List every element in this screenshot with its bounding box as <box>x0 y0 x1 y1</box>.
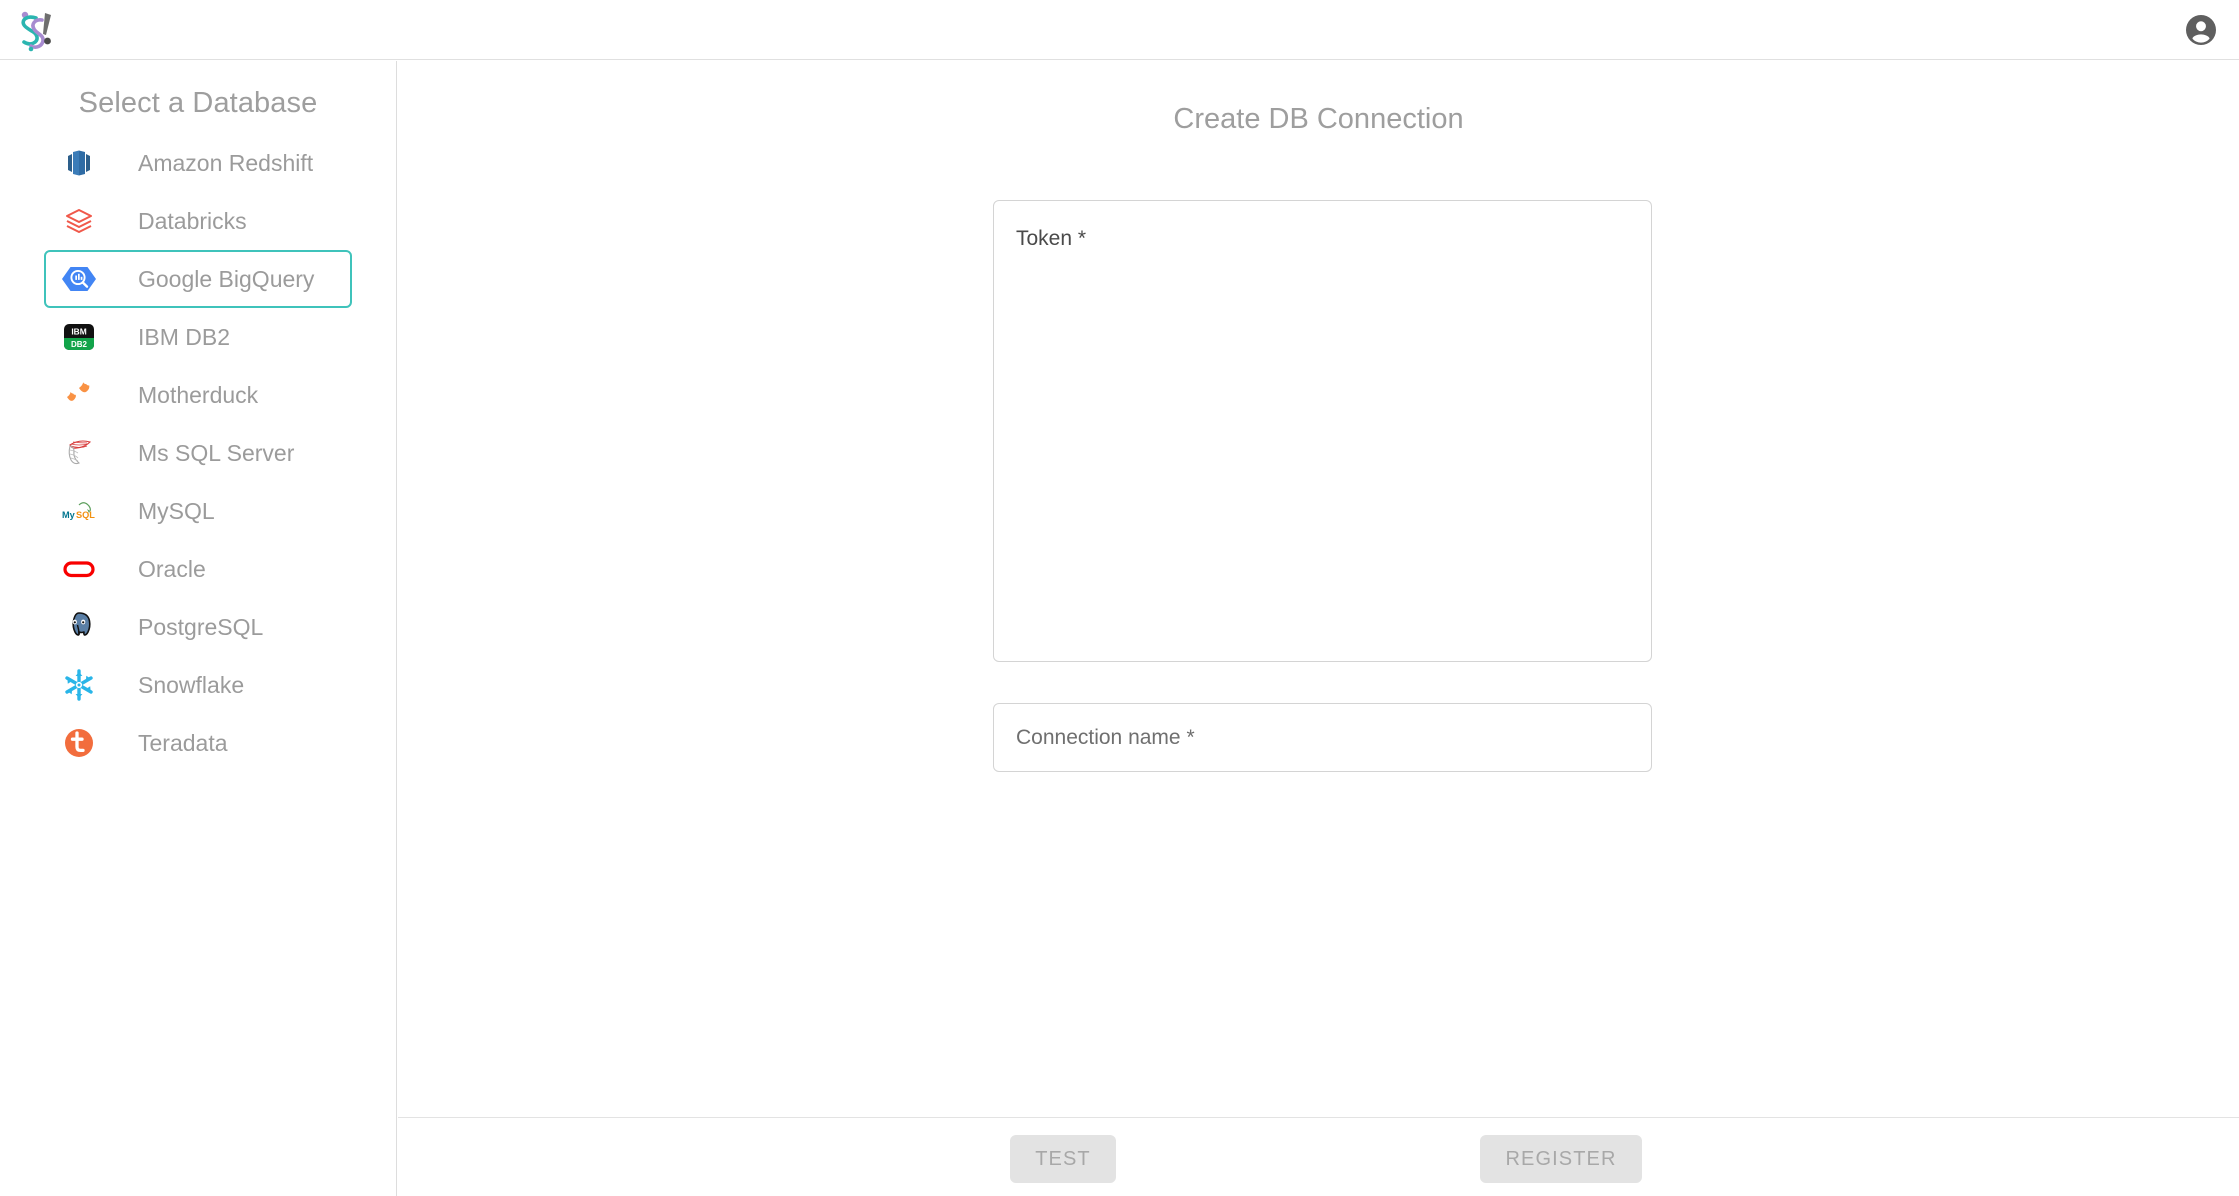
sidebar-item-ibm-db2[interactable]: IBM DB2 IBM DB2 <box>44 308 352 366</box>
connection-name-input[interactable] <box>993 703 1652 772</box>
ibm-db2-icon: IBM DB2 <box>58 316 100 358</box>
sidebar-item-label: MySQL <box>138 497 215 524</box>
amazon-redshift-icon <box>58 142 100 184</box>
sidebar-item-label: Motherduck <box>138 381 259 408</box>
sidebar-item-label: Oracle <box>138 555 206 582</box>
teradata-icon <box>58 722 100 764</box>
databricks-icon <box>58 200 100 242</box>
motherduck-icon <box>58 374 100 416</box>
svg-text:IBM: IBM <box>71 327 86 337</box>
sidebar-item-label: Snowflake <box>138 671 245 698</box>
sidebar-item-label: Ms SQL Server <box>138 439 295 466</box>
google-bigquery-icon <box>58 258 100 300</box>
sidebar-item-label: IBM DB2 <box>138 323 231 350</box>
sidebar-item-oracle[interactable]: Oracle <box>44 540 352 598</box>
sidebar-item-databricks[interactable]: Databricks <box>44 192 352 250</box>
svg-text:My: My <box>62 510 76 520</box>
token-input[interactable] <box>993 200 1652 662</box>
sidebar-item-teradata[interactable]: Teradata <box>44 714 352 772</box>
sidebar-item-label: Google BigQuery <box>138 265 315 292</box>
sherlock-logo[interactable] <box>12 6 62 56</box>
test-button[interactable]: TEST <box>1010 1135 1116 1183</box>
sidebar-item-mysql[interactable]: My SQL MySQL <box>44 482 352 540</box>
svg-text:DB2: DB2 <box>71 340 88 349</box>
sidebar-item-motherduck[interactable]: Motherduck <box>44 366 352 424</box>
sidebar-item-label: Amazon Redshift <box>138 149 314 176</box>
form-footer: TEST REGISTER <box>398 1117 2239 1196</box>
app-header <box>0 0 2239 60</box>
postgresql-icon <box>58 606 100 648</box>
sidebar: Select a Database Amazon Redshift Databr… <box>0 61 397 1196</box>
sidebar-item-google-bigquery[interactable]: Google BigQuery <box>44 250 352 308</box>
account-circle-icon[interactable] <box>2183 12 2219 48</box>
sidebar-title: Select a Database <box>78 87 318 119</box>
register-button[interactable]: REGISTER <box>1480 1135 1642 1183</box>
mysql-icon: My SQL <box>58 490 100 532</box>
sidebar-item-label: PostgreSQL <box>138 613 264 640</box>
sidebar-item-label: Databricks <box>138 207 247 234</box>
sidebar-item-amazon-redshift[interactable]: Amazon Redshift <box>44 134 352 192</box>
snowflake-icon <box>58 664 100 706</box>
sidebar-item-postgresql[interactable]: PostgreSQL <box>44 598 352 656</box>
main-panel: Create DB Connection <box>398 61 2239 1117</box>
svg-text:SQL: SQL <box>76 510 95 520</box>
page-title: Create DB Connection <box>1173 103 1464 135</box>
ms-sql-server-icon <box>58 432 100 474</box>
sidebar-item-snowflake[interactable]: Snowflake <box>44 656 352 714</box>
sidebar-item-ms-sql-server[interactable]: Ms SQL Server <box>44 424 352 482</box>
sidebar-item-label: Teradata <box>138 729 228 756</box>
database-list: Amazon Redshift Databricks Google BigQue… <box>0 134 396 772</box>
oracle-icon <box>58 548 100 590</box>
connection-form <box>993 200 1652 772</box>
